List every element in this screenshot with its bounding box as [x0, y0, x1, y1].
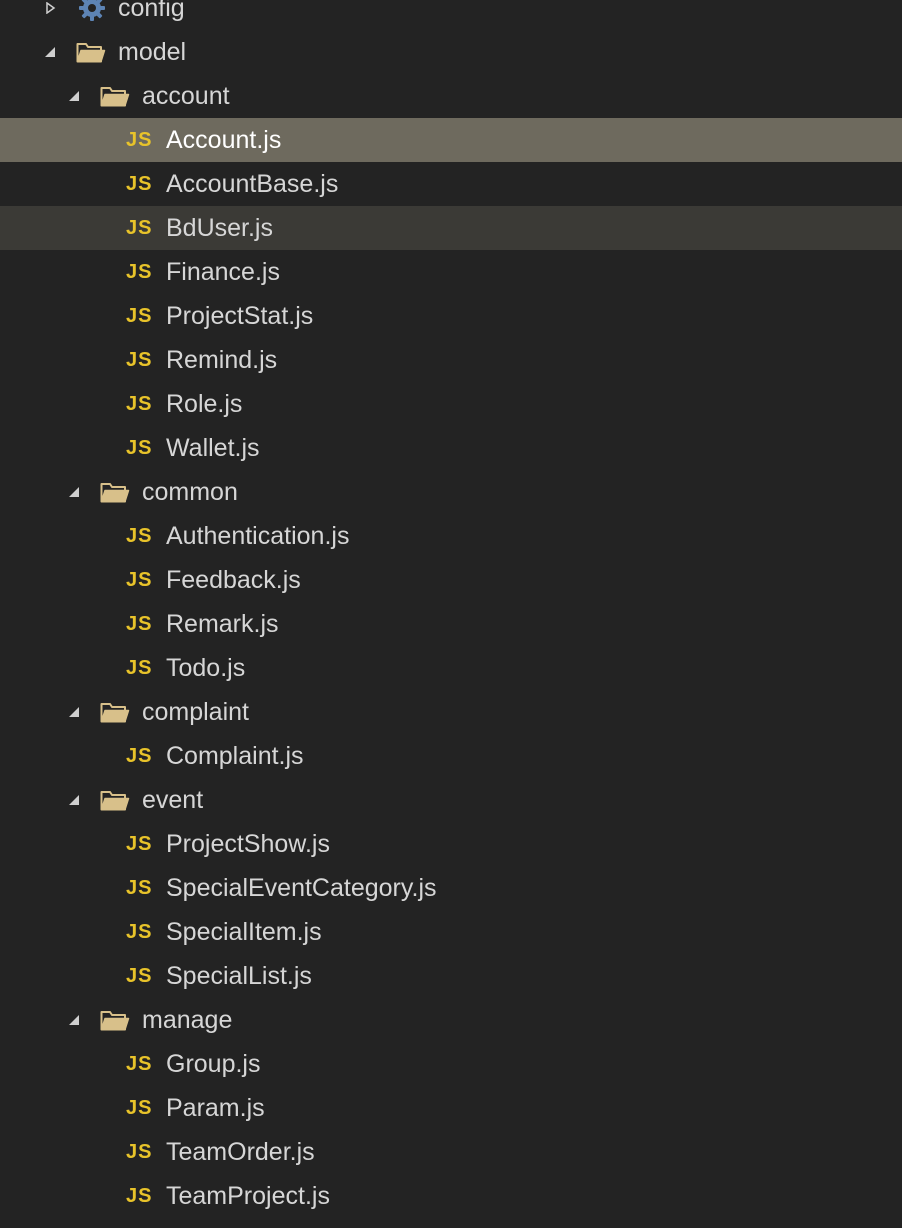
javascript-file-icon: JS — [126, 173, 153, 195]
javascript-file-icon: JS — [126, 965, 153, 987]
javascript-file-icon: JS — [126, 525, 153, 547]
file-label: Finance.js — [166, 258, 280, 286]
gear-icon — [78, 0, 106, 22]
javascript-file-icon: JS — [126, 745, 153, 767]
folder-row-complaint[interactable]: complaint — [0, 690, 902, 734]
file-label: TeamProject.js — [166, 1182, 330, 1210]
file-row-param[interactable]: JS Param.js — [0, 1086, 902, 1130]
file-row-account-base[interactable]: JS AccountBase.js — [0, 162, 902, 206]
file-row-role[interactable]: JS Role.js — [0, 382, 902, 426]
file-label: Group.js — [166, 1050, 261, 1078]
file-row-special-item[interactable]: JS SpecialItem.js — [0, 910, 902, 954]
file-label: AccountBase.js — [166, 170, 339, 198]
file-explorer-tree: config model account JS Account.js JS AccountB… — [0, 0, 902, 1228]
javascript-file-icon: JS — [126, 1053, 153, 1075]
javascript-file-icon: JS — [126, 393, 153, 415]
file-row-special-list[interactable]: JS SpecialList.js — [0, 954, 902, 998]
file-label: SpecialItem.js — [166, 918, 322, 946]
folder-row-model[interactable]: model — [0, 30, 902, 74]
folder-label: config — [118, 0, 185, 22]
expand-toggle[interactable] — [44, 2, 56, 14]
file-row-finance[interactable]: JS Finance.js — [0, 250, 902, 294]
file-row-account[interactable]: JS Account.js — [0, 118, 902, 162]
folder-row-event[interactable]: event — [0, 778, 902, 822]
javascript-file-icon: JS — [126, 1141, 153, 1163]
folder-label: model — [118, 38, 187, 66]
file-label: Todo.js — [166, 654, 246, 682]
file-label: Remark.js — [166, 610, 279, 638]
file-row-group[interactable]: JS Group.js — [0, 1042, 902, 1086]
file-row-remark[interactable]: JS Remark.js — [0, 602, 902, 646]
javascript-file-icon: JS — [126, 833, 153, 855]
file-row-authentication[interactable]: JS Authentication.js — [0, 514, 902, 558]
folder-row-trailing[interactable] — [0, 1218, 902, 1228]
folder-label: account — [142, 82, 230, 110]
file-label: ProjectStat.js — [166, 302, 314, 330]
javascript-file-icon: JS — [126, 305, 153, 327]
javascript-file-icon: JS — [126, 261, 153, 283]
collapse-toggle[interactable] — [68, 1014, 80, 1026]
javascript-file-icon: JS — [126, 569, 153, 591]
collapse-toggle[interactable] — [68, 90, 80, 102]
collapse-toggle[interactable] — [68, 486, 80, 498]
file-label: BdUser.js — [166, 214, 273, 242]
file-label: Authentication.js — [166, 522, 350, 550]
folder-label: common — [142, 478, 238, 506]
javascript-file-icon: JS — [126, 437, 153, 459]
folder-row-manage[interactable]: manage — [0, 998, 902, 1042]
file-label: Feedback.js — [166, 566, 301, 594]
javascript-file-icon: JS — [126, 1097, 153, 1119]
folder-open-icon — [100, 789, 130, 811]
file-row-wallet[interactable]: JS Wallet.js — [0, 426, 902, 470]
javascript-file-icon: JS — [126, 877, 153, 899]
javascript-file-icon: JS — [126, 613, 153, 635]
folder-label: event — [142, 786, 204, 814]
folder-row-common[interactable]: common — [0, 470, 902, 514]
file-row-team-project[interactable]: JS TeamProject.js — [0, 1174, 902, 1218]
javascript-file-icon: JS — [126, 1185, 153, 1207]
folder-row-config[interactable]: config — [0, 0, 902, 30]
javascript-file-icon: JS — [126, 921, 153, 943]
file-row-project-show[interactable]: JS ProjectShow.js — [0, 822, 902, 866]
file-label: ProjectShow.js — [166, 830, 330, 858]
file-row-project-stat[interactable]: JS ProjectStat.js — [0, 294, 902, 338]
collapse-toggle[interactable] — [68, 706, 80, 718]
file-label: Param.js — [166, 1094, 265, 1122]
file-row-team-order[interactable]: JS TeamOrder.js — [0, 1130, 902, 1174]
javascript-file-icon: JS — [126, 217, 153, 239]
file-label: Account.js — [166, 126, 282, 154]
file-row-bd-user[interactable]: JS BdUser.js — [0, 206, 902, 250]
file-row-complaint[interactable]: JS Complaint.js — [0, 734, 902, 778]
javascript-file-icon: JS — [126, 129, 153, 151]
file-label: Wallet.js — [166, 434, 260, 462]
javascript-file-icon: JS — [126, 657, 153, 679]
collapse-toggle[interactable] — [68, 794, 80, 806]
file-label: TeamOrder.js — [166, 1138, 315, 1166]
file-label: Complaint.js — [166, 742, 304, 770]
file-row-remind[interactable]: JS Remind.js — [0, 338, 902, 382]
collapse-toggle[interactable] — [44, 46, 56, 58]
file-row-todo[interactable]: JS Todo.js — [0, 646, 902, 690]
folder-open-icon — [100, 85, 130, 107]
file-label: Remind.js — [166, 346, 278, 374]
folder-open-icon — [100, 1009, 130, 1031]
folder-open-icon — [100, 701, 130, 723]
folder-row-account[interactable]: account — [0, 74, 902, 118]
file-row-special-event-category[interactable]: JS SpecialEventCategory.js — [0, 866, 902, 910]
file-row-feedback[interactable]: JS Feedback.js — [0, 558, 902, 602]
folder-label: complaint — [142, 698, 249, 726]
file-label: SpecialList.js — [166, 962, 312, 990]
file-label: SpecialEventCategory.js — [166, 874, 437, 902]
file-label: Role.js — [166, 390, 243, 418]
javascript-file-icon: JS — [126, 349, 153, 371]
folder-open-icon — [100, 481, 130, 503]
folder-label: manage — [142, 1006, 233, 1034]
folder-open-icon — [76, 41, 106, 63]
